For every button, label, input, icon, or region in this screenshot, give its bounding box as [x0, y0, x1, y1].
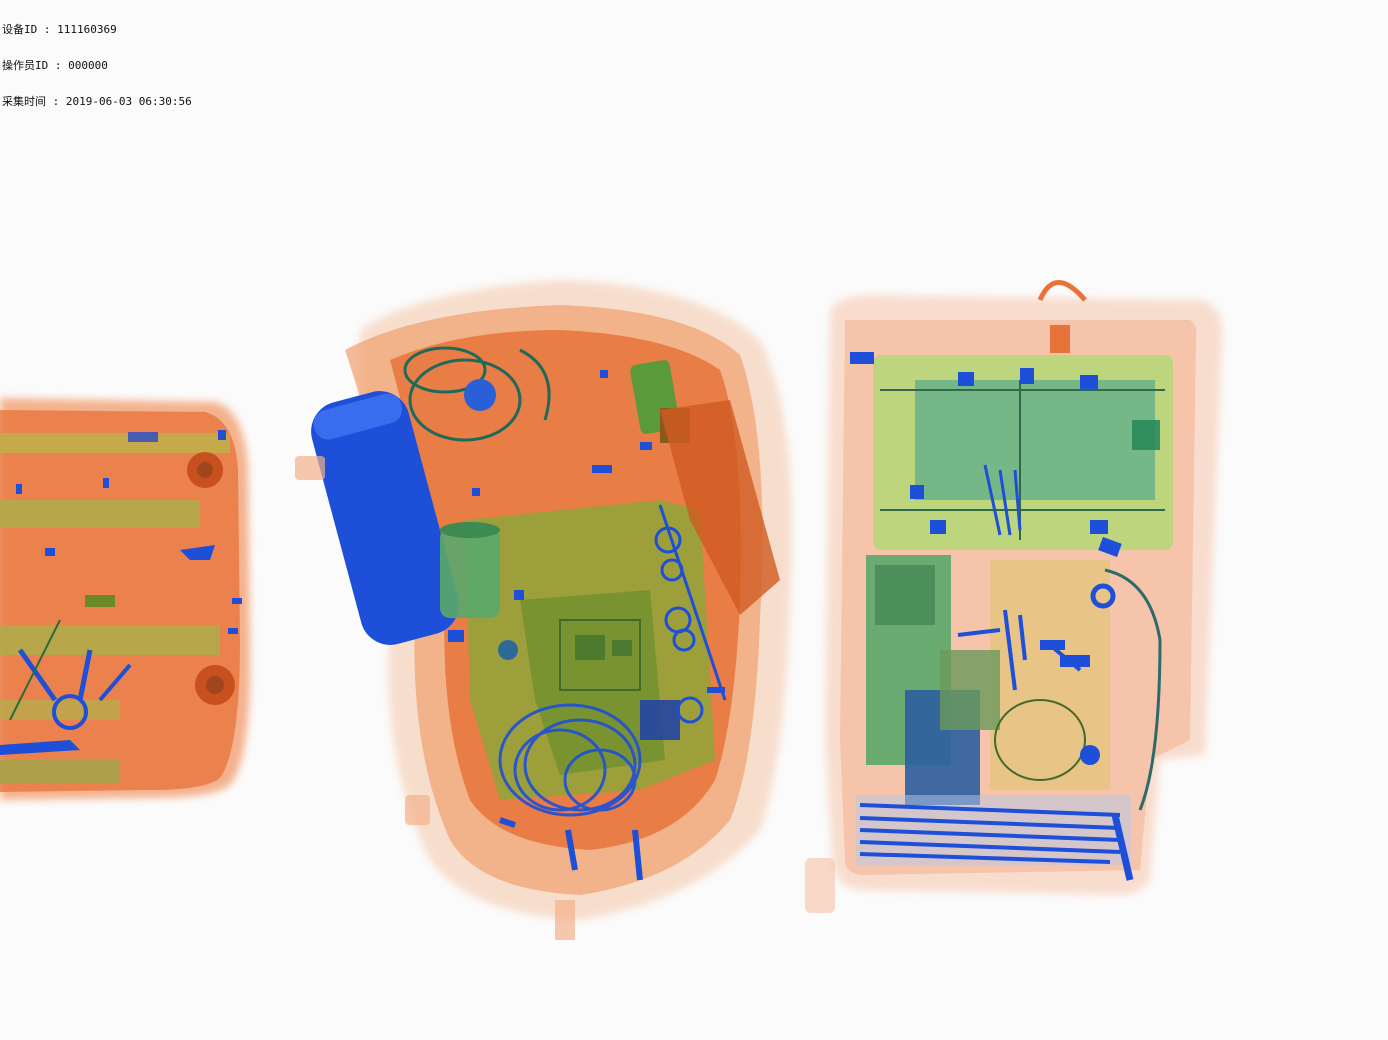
- right-bag: [805, 280, 1223, 913]
- xray-scan-image: [0, 280, 1223, 940]
- middle-bag: [295, 280, 792, 940]
- left-bag: [0, 398, 251, 800]
